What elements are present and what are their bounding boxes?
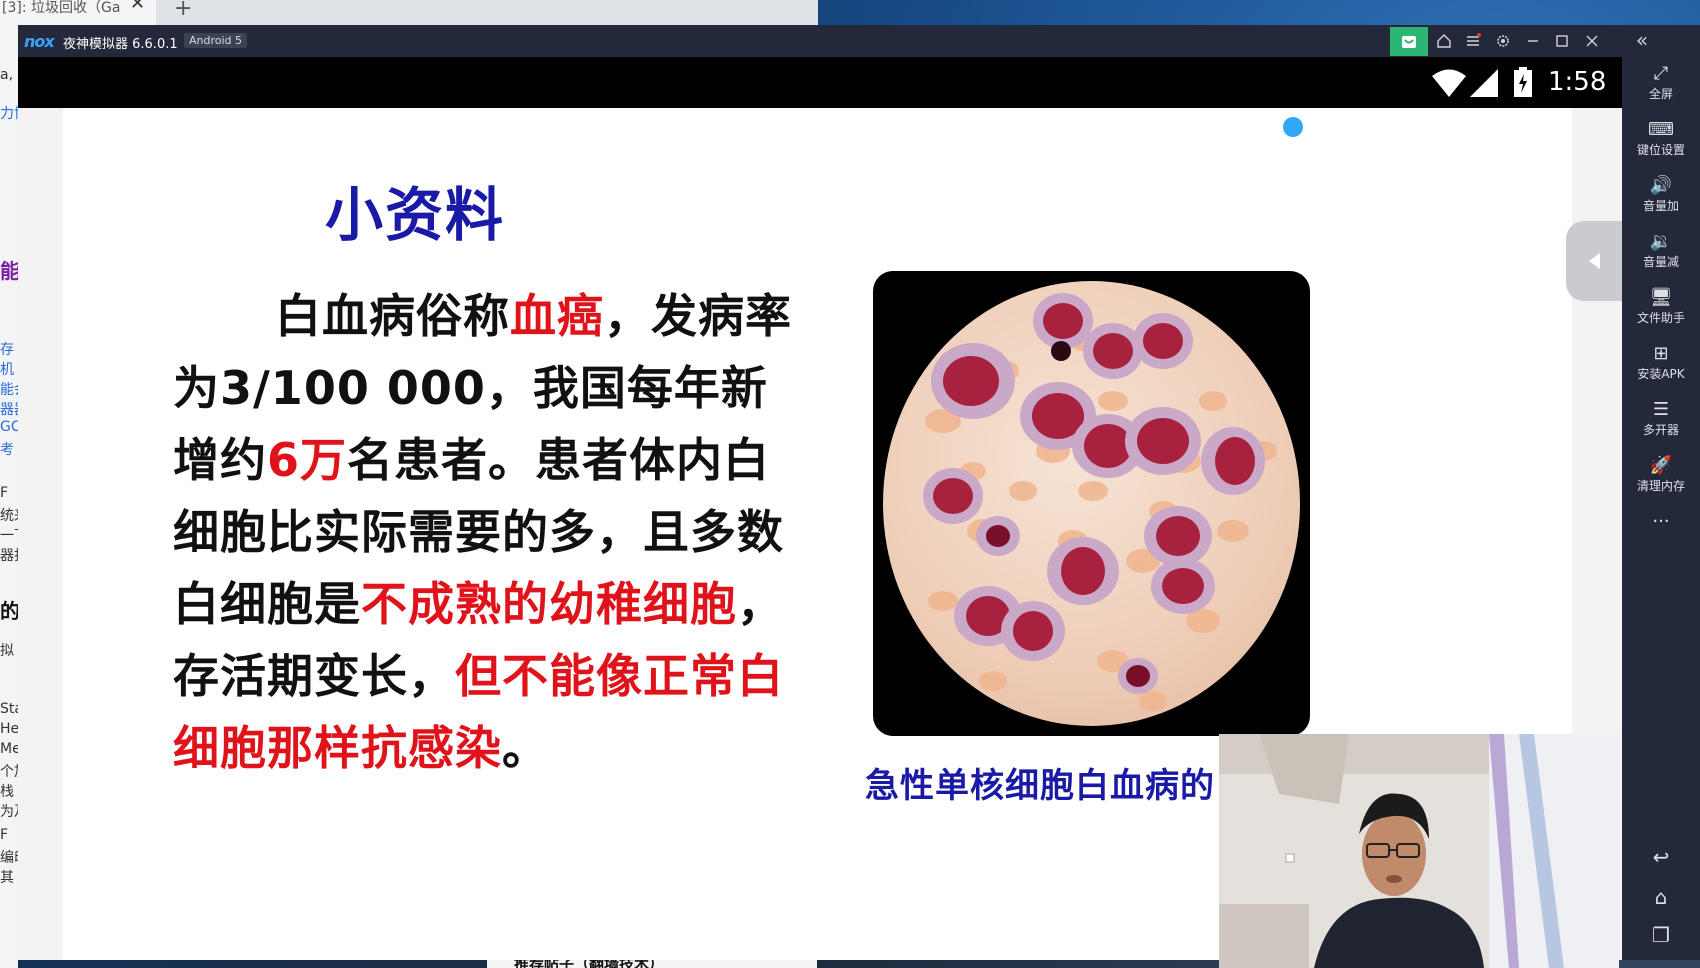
- sidebar-item-file-helper[interactable]: 🖥 文件助手: [1622, 287, 1700, 341]
- strip-link[interactable]: 机: [0, 359, 14, 379]
- touch-indicator: [1283, 117, 1303, 137]
- android-version-badge: Android 5: [184, 33, 248, 48]
- sidebar-item-keymap[interactable]: ⌨ 键位设置: [1622, 119, 1700, 173]
- strip-text: 统来: [0, 508, 18, 524]
- more-icon: ···: [1652, 511, 1670, 532]
- sidebar-item-label: 安装APK: [1637, 367, 1685, 381]
- volume-up-icon: 🔊: [1649, 175, 1673, 196]
- sidebar-item-label: 音量减: [1642, 255, 1679, 269]
- strip-link[interactable]: 能会: [0, 379, 18, 399]
- back-icon: ↩: [1652, 845, 1670, 869]
- strip-link[interactable]: 存: [0, 339, 14, 359]
- strip-text: Sta: [0, 701, 18, 717]
- strip-link[interactable]: 力博: [0, 103, 18, 123]
- emulator-sidebar: « ⤢ 全屏 ⌨ 键位设置 🔊 音量加 🔉 音量减 🖥 文件助手 ⊞ 安装APK…: [1622, 25, 1700, 960]
- strip-text: 为及: [0, 804, 18, 820]
- sidebar-item-label: 文件助手: [1636, 311, 1685, 325]
- strip-heading: 的: [0, 599, 18, 623]
- apk-icon: ⊞: [1653, 343, 1669, 364]
- strip-text: 其: [0, 870, 14, 886]
- body-highlight: 6万: [267, 433, 348, 487]
- android-back-button[interactable]: ↩: [1622, 845, 1700, 869]
- gear-icon[interactable]: [1491, 29, 1515, 53]
- android-home-button[interactable]: ⌂: [1622, 885, 1700, 909]
- keyboard-icon: ⌨: [1648, 119, 1674, 140]
- strip-link[interactable]: 考: [0, 439, 14, 459]
- emulator-title: 夜神模拟器 6.6.0.1: [63, 37, 178, 52]
- more-options-button[interactable]: ···: [1622, 511, 1700, 532]
- new-tab-icon[interactable]: +: [174, 0, 192, 21]
- browser-page-strip: a, 力博 能优 存 机 能会 器器 GC 考 F 统来 一下 器打 的 拟 S…: [0, 25, 18, 968]
- sidebar-item-label: 多开器: [1642, 423, 1679, 437]
- chevron-left-icon: [1589, 253, 1600, 269]
- emulator-titlebar[interactable]: nox 夜神模拟器 6.6.0.1 Android 5: [18, 25, 1622, 57]
- sidebar-item-label: 键位设置: [1636, 143, 1685, 157]
- strip-link[interactable]: GC: [0, 419, 18, 435]
- strip-text: 拟: [0, 643, 14, 659]
- webcam-overlay: [1219, 734, 1619, 968]
- strip-link[interactable]: 器器: [0, 399, 18, 419]
- presenter-video: [1219, 734, 1619, 968]
- strip-text: 编印: [0, 850, 18, 866]
- signal-icon: [1470, 69, 1498, 97]
- fullscreen-icon: ⤢: [1653, 63, 1669, 84]
- body-text: 。: [502, 721, 549, 775]
- store-icon: [1402, 35, 1416, 48]
- body-text: 白血病俗称: [275, 289, 510, 343]
- collapse-sidebar-button[interactable]: «: [1622, 28, 1662, 54]
- sidebar-item-volume-up[interactable]: 🔊 音量加: [1622, 175, 1700, 229]
- multi-instance-icon: ☰: [1652, 399, 1670, 420]
- minimize-icon[interactable]: [1521, 29, 1545, 53]
- home-icon[interactable]: [1432, 29, 1456, 53]
- strip-text: F: [0, 827, 9, 843]
- microscope-view: [883, 281, 1300, 726]
- strip-text: 器打: [0, 548, 18, 564]
- android-recents-button[interactable]: ❐: [1622, 923, 1700, 947]
- sidebar-item-multi-instance[interactable]: ☰ 多开器: [1622, 399, 1700, 453]
- strip-text: 栈: [0, 784, 14, 800]
- nox-logo: nox: [24, 32, 55, 51]
- sidebar-item-label: 音量加: [1642, 199, 1679, 213]
- store-button[interactable]: [1390, 27, 1428, 56]
- blood-cells-illustration: [923, 293, 1277, 711]
- volume-down-icon: 🔉: [1649, 231, 1673, 252]
- monitor-icon: 🖥: [1649, 287, 1673, 308]
- strip-text: a,: [0, 67, 14, 83]
- sidebar-item-volume-down[interactable]: 🔉 音量减: [1622, 231, 1700, 285]
- battery-charging-icon: [1514, 67, 1532, 97]
- status-clock: 1:58: [1548, 67, 1607, 97]
- strip-text: Me: [0, 741, 18, 757]
- slide-title: 小资料: [325, 181, 506, 249]
- maximize-icon[interactable]: [1550, 29, 1574, 53]
- sidebar-item-clean-memory[interactable]: 🚀 清理内存: [1622, 455, 1700, 509]
- wifi-icon: [1432, 69, 1466, 97]
- rocket-icon: 🚀: [1649, 455, 1673, 476]
- strip-heading: 能优: [0, 259, 18, 283]
- browser-tab-title: [3]: 垃圾回收（Ga: [2, 0, 121, 16]
- recents-icon: ❐: [1652, 923, 1670, 947]
- sidebar-item-install-apk[interactable]: ⊞ 安装APK: [1622, 343, 1700, 397]
- tab-close-icon[interactable]: ✕: [130, 0, 145, 13]
- slide-body-text: 白血病俗称血癌，发病率为3/100 000，我国每年新增约6万名患者。患者体内白…: [173, 280, 813, 784]
- close-icon[interactable]: [1580, 29, 1604, 53]
- blood-smear-image: [873, 271, 1310, 736]
- strip-text: F: [0, 485, 9, 501]
- sidebar-item-label: 清理内存: [1636, 479, 1685, 493]
- android-status-bar: 1:58: [18, 57, 1622, 108]
- browser-tab[interactable]: [3]: 垃圾回收（Ga ✕: [0, 0, 156, 25]
- sidebar-item-label: 全屏: [1648, 87, 1673, 101]
- body-highlight: 不成熟的幼稚细胞: [361, 577, 737, 631]
- body-highlight: 血癌: [510, 289, 604, 343]
- strip-text: 个加: [0, 764, 18, 780]
- sidebar-item-fullscreen[interactable]: ⤢ 全屏: [1622, 63, 1700, 117]
- image-caption: 急性单核细胞白血病的: [865, 766, 1215, 806]
- browser-tab-bar: [3]: 垃圾回收（Ga ✕ +: [0, 0, 818, 25]
- side-panel-toggle[interactable]: [1566, 221, 1622, 301]
- strip-text: He: [0, 721, 18, 737]
- strip-text: 一下: [0, 528, 18, 544]
- menu-icon[interactable]: [1461, 29, 1485, 53]
- home-icon: ⌂: [1654, 885, 1668, 909]
